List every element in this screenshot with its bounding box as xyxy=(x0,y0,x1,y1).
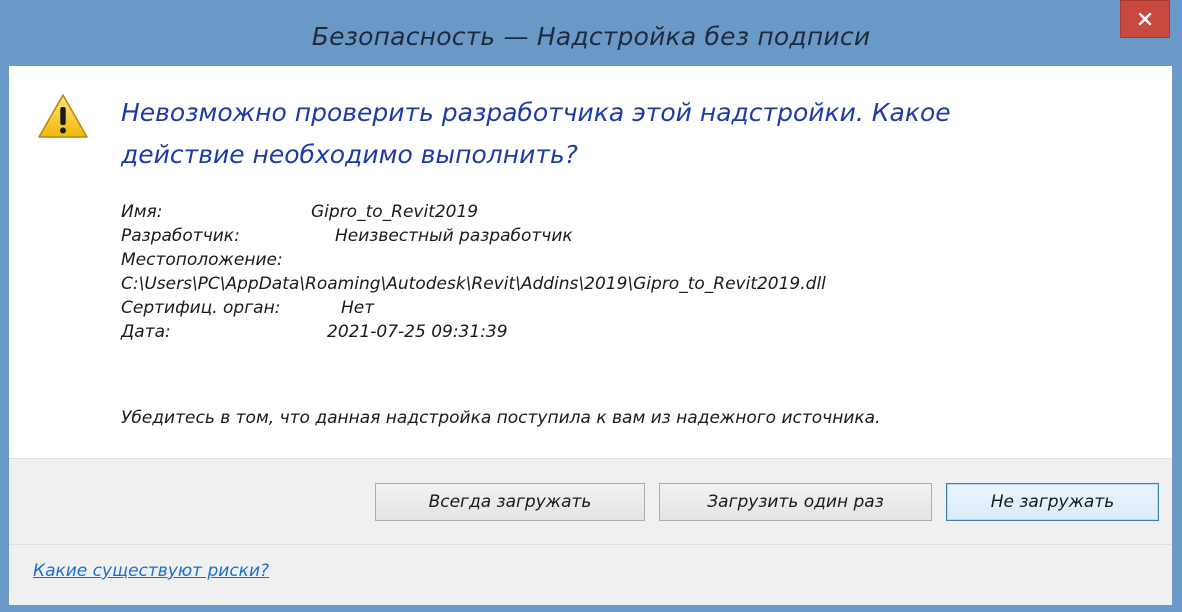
name-value: Gipro_to_Revit2019 xyxy=(311,202,479,222)
info-row-developer: Разработчик: Неизвестный разработчик xyxy=(121,226,573,250)
close-icon xyxy=(1138,12,1152,26)
risks-link[interactable]: Какие существуют риски? xyxy=(33,561,269,581)
developer-value: Неизвестный разработчик xyxy=(335,226,573,246)
cert-label: Сертифиц. орган: xyxy=(121,298,281,318)
developer-label: Разработчик: xyxy=(121,226,240,246)
info-row-location-path: C:\Users\PC\AppData\Roaming\Autodesk\Rev… xyxy=(121,274,826,298)
info-row-cert: Сертифиц. орган: Нет xyxy=(121,298,374,322)
location-value: C:\Users\PC\AppData\Roaming\Autodesk\Rev… xyxy=(121,274,826,294)
always-load-button[interactable]: Всегда загружать xyxy=(375,483,645,521)
footer-area: Какие существуют риски? xyxy=(9,544,1172,605)
name-label: Имя: xyxy=(121,202,163,222)
info-row-location: Местоположение: xyxy=(121,250,283,274)
date-label: Дата: xyxy=(121,322,171,342)
window-title: Безопасность — Надстройка без подписи xyxy=(311,22,871,51)
button-area: Всегда загружать Загрузить один раз Не з… xyxy=(9,458,1172,545)
dialog-content: Невозможно проверить разработчика этой н… xyxy=(9,66,1172,605)
dont-load-button[interactable]: Не загружать xyxy=(946,483,1159,521)
close-button[interactable] xyxy=(1120,0,1170,38)
heading-line-1: Невозможно проверить разработчика этой н… xyxy=(121,98,951,127)
dialog-window: Безопасность — Надстройка без подписи Не… xyxy=(0,0,1182,612)
dialog-heading: Невозможно проверить разработчика этой н… xyxy=(121,92,1121,176)
trust-note: Убедитесь в том, что данная надстройка п… xyxy=(121,408,881,428)
info-row-name: Имя: Gipro_to_Revit2019 xyxy=(121,202,478,226)
load-once-button[interactable]: Загрузить один раз xyxy=(659,483,932,521)
location-label: Местоположение: xyxy=(121,250,283,270)
info-row-date: Дата: 2021-07-25 09:31:39 xyxy=(121,322,508,346)
warning-icon xyxy=(38,94,88,138)
date-value: 2021-07-25 09:31:39 xyxy=(327,322,508,342)
heading-line-2: действие необходимо выполнить? xyxy=(121,140,578,169)
cert-value: Нет xyxy=(341,298,375,318)
